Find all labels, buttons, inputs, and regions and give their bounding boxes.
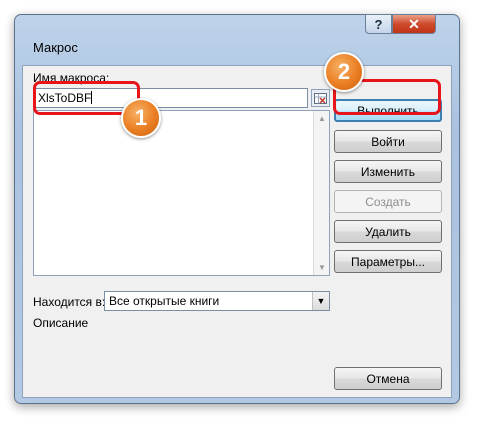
- step-into-button[interactable]: Войти: [334, 130, 442, 153]
- description-label: Описание: [33, 316, 89, 330]
- macro-list[interactable]: ▲ ▼: [33, 110, 330, 276]
- options-button[interactable]: Параметры...: [334, 250, 442, 273]
- location-select[interactable]: Все открытые книги ▼: [104, 291, 330, 311]
- delete-button[interactable]: Удалить: [334, 220, 442, 243]
- step-badge-1: 1: [121, 98, 161, 138]
- range-picker-button[interactable]: [311, 89, 330, 107]
- location-label: Находится в:: [33, 295, 106, 309]
- location-value: Все открытые книги: [109, 294, 220, 308]
- dialog-title: Макрос: [33, 40, 78, 55]
- macro-list-scrollbar[interactable]: ▲ ▼: [313, 111, 329, 275]
- macro-dialog: Макрос ? ✕ Имя макроса: XlsToDBF ▲ ▼ Нах…: [14, 14, 460, 404]
- close-button[interactable]: ✕: [392, 14, 436, 34]
- chevron-down-icon[interactable]: ▼: [312, 292, 329, 310]
- step-badge-2: 2: [324, 52, 364, 92]
- help-button[interactable]: ?: [365, 14, 392, 34]
- scroll-up-icon[interactable]: ▲: [318, 114, 326, 123]
- scroll-down-icon[interactable]: ▼: [318, 263, 326, 272]
- range-picker-icon: [314, 92, 327, 104]
- create-button: Создать: [334, 190, 442, 213]
- cancel-button[interactable]: Отмена: [334, 367, 442, 390]
- edit-button[interactable]: Изменить: [334, 160, 442, 183]
